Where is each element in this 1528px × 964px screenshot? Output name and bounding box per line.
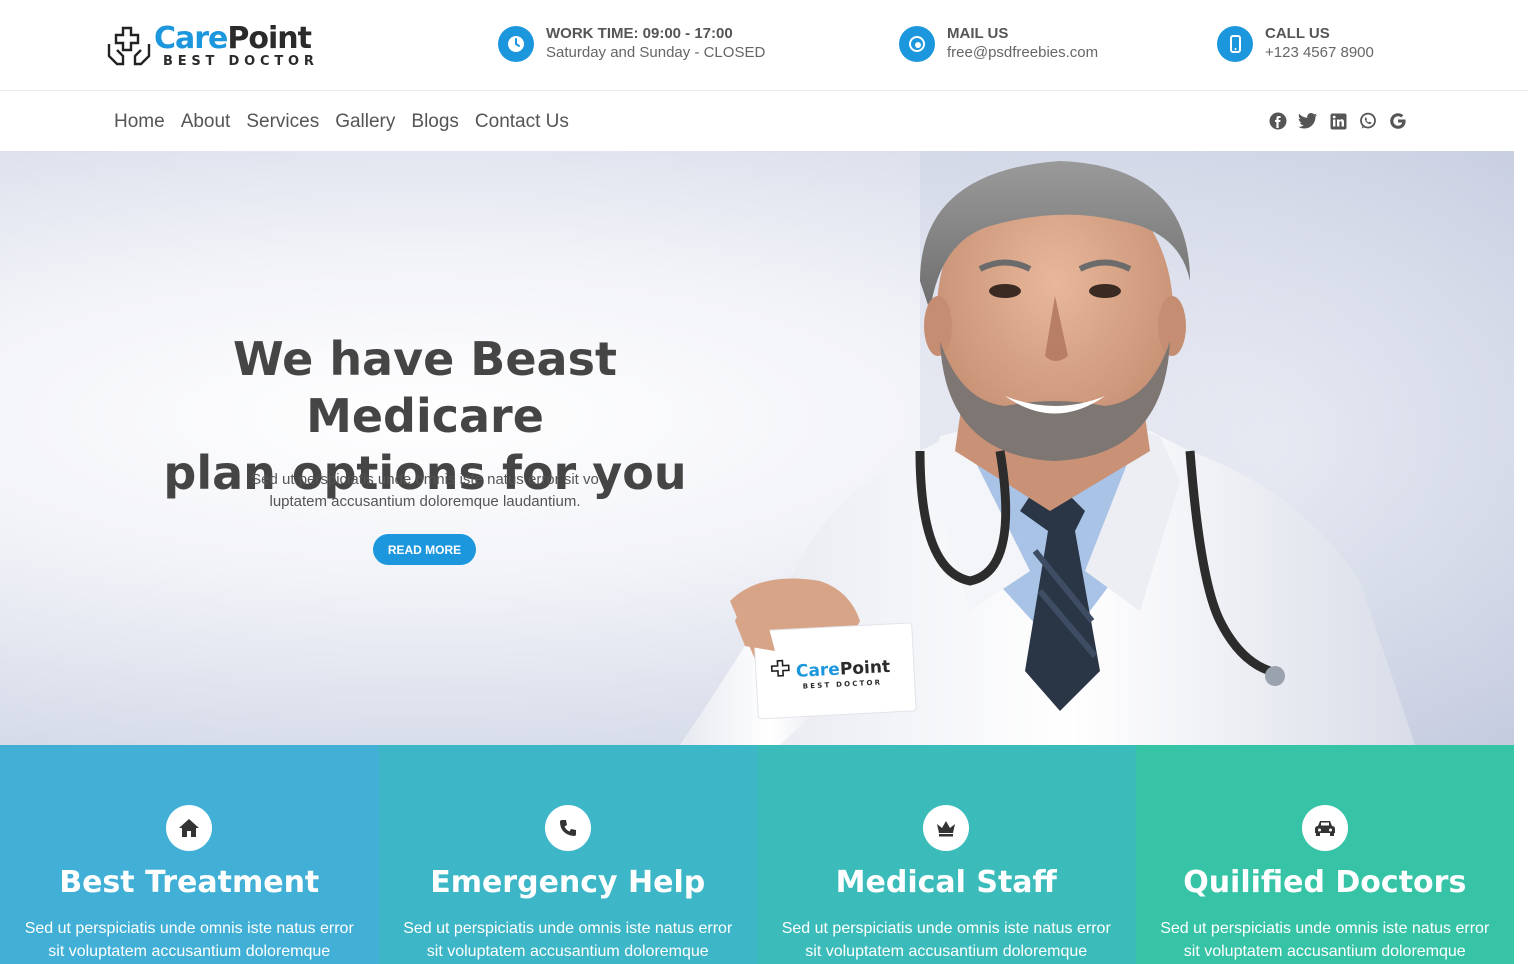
hero-subtext-line2: luptatem accusantium doloremque laudanti… — [269, 493, 581, 510]
hero-subtext-line1: Sed ut perspiciatis unde omnis iste natu… — [251, 471, 599, 488]
main-nav: Home About Services Gallery Blogs Contac… — [114, 110, 569, 134]
brand-name: CarePoint — [154, 21, 312, 56]
work-time-label: WORK TIME: 09:00 - 17:00 — [546, 25, 733, 42]
nav-gallery[interactable]: Gallery — [335, 110, 395, 134]
nav-contact-us[interactable]: Contact Us — [475, 110, 569, 134]
feature-medical-staff: Medical Staff Sed ut perspiciatis unde o… — [757, 745, 1136, 964]
brand-tagline: BEST DOCTOR — [163, 54, 319, 69]
mail-value[interactable]: free@psdfreebies.com — [947, 44, 1098, 61]
logo-hands-cross-icon — [107, 26, 151, 66]
call-label: CALL US — [1265, 25, 1330, 42]
hero-headline-line1: We have Beast Medicare — [233, 332, 617, 443]
top-header: CarePoint BEST DOCTOR WORK TIME: 09:00 -… — [0, 0, 1528, 91]
card-brand-point: Point — [839, 657, 890, 680]
social-links — [1268, 111, 1408, 131]
facebook-icon[interactable] — [1268, 111, 1288, 131]
google-icon[interactable] — [1388, 111, 1408, 131]
nav-about[interactable]: About — [181, 110, 231, 134]
nav-services[interactable]: Services — [246, 110, 319, 134]
read-more-button[interactable]: READ MORE — [373, 534, 476, 565]
feature-title: Quilified Doctors — [1183, 865, 1467, 900]
phone-icon — [1217, 26, 1253, 62]
phone-handset-icon — [544, 805, 591, 851]
ambulance-icon — [1301, 805, 1348, 851]
linkedin-icon[interactable] — [1328, 111, 1348, 131]
clock-icon — [498, 26, 534, 62]
mail-label: MAIL US — [947, 25, 1009, 42]
feature-best-treatment: Best Treatment Sed ut perspiciatis unde … — [0, 745, 379, 964]
feature-text: Sed ut perspiciatis unde omnis iste natu… — [403, 920, 733, 960]
nav-home[interactable]: Home — [114, 110, 165, 134]
work-time-value: Saturday and Sunday - CLOSED — [546, 44, 766, 61]
feature-text: Sed ut perspiciatis unde omnis iste natu… — [1160, 920, 1490, 960]
feature-text: Sed ut perspiciatis unde omnis iste natu… — [781, 920, 1111, 960]
features-strip: Best Treatment Sed ut perspiciatis unde … — [0, 745, 1514, 964]
card-brand-care: Care — [795, 660, 840, 682]
main-navbar: Home About Services Gallery Blogs Contac… — [0, 92, 1528, 151]
feature-title: Emergency Help — [430, 865, 706, 900]
whatsapp-icon[interactable] — [1358, 111, 1378, 131]
hero-banner: Care Point BEST DOCTOR We have Beast Med… — [0, 151, 1514, 745]
twitter-icon[interactable] — [1298, 111, 1318, 131]
nav-blogs[interactable]: Blogs — [411, 110, 459, 134]
feature-title: Best Treatment — [59, 865, 320, 900]
call-value[interactable]: +123 4567 8900 — [1265, 44, 1374, 61]
feature-text: Sed ut perspiciatis unde omnis iste natu… — [24, 920, 354, 960]
brand-logo[interactable]: CarePoint BEST DOCTOR — [106, 21, 326, 69]
feature-emergency-help: Emergency Help Sed ut perspiciatis unde … — [378, 745, 757, 964]
feature-title: Medical Staff — [835, 865, 1057, 900]
feature-quilified-doctors: Quilified Doctors Sed ut perspiciatis un… — [1135, 745, 1514, 964]
hero-subtext: Sed ut perspiciatis unde omnis iste natu… — [230, 469, 620, 513]
home-icon — [166, 805, 213, 851]
mail-icon — [899, 26, 935, 62]
crown-icon — [923, 805, 970, 851]
